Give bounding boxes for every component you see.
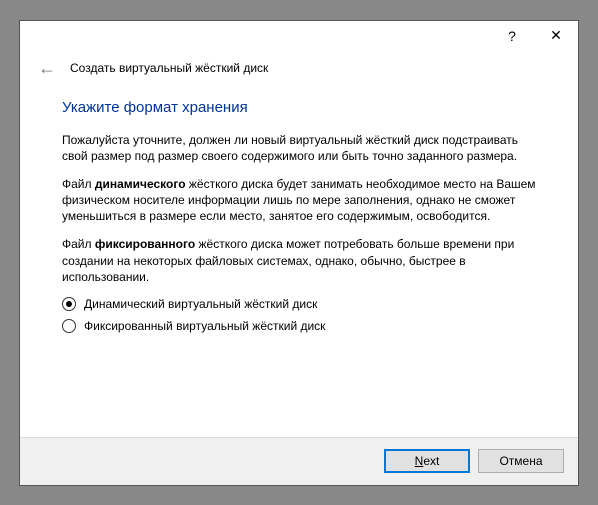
radio-dynamic[interactable]: Динамический виртуальный жёсткий диск <box>62 297 536 311</box>
header-row: ← Создать виртуальный жёсткий диск <box>20 57 578 85</box>
intro-text: Пожалуйста уточните, должен ли новый вир… <box>62 132 536 164</box>
storage-radio-group: Динамический виртуальный жёсткий диск Фи… <box>62 297 536 333</box>
footer: Next Отмена <box>20 437 578 485</box>
cancel-button[interactable]: Отмена <box>478 449 564 473</box>
radio-fixed[interactable]: Фиксированный виртуальный жёсткий диск <box>62 319 536 333</box>
fixed-bold: фиксированного <box>95 237 195 251</box>
close-icon[interactable]: ✕ <box>534 21 578 51</box>
radio-dynamic-indicator <box>62 297 76 311</box>
help-icon[interactable]: ? <box>490 21 534 51</box>
radio-fixed-indicator <box>62 319 76 333</box>
titlebar: ? ✕ <box>20 21 578 57</box>
fixed-desc: Файл фиксированного жёсткого диска может… <box>62 236 536 285</box>
back-arrow-icon[interactable]: ← <box>38 59 56 77</box>
dynamic-desc: Файл динамического жёсткого диска будет … <box>62 176 536 225</box>
dialog-title: Создать виртуальный жёсткий диск <box>70 61 268 75</box>
next-post: ext <box>423 454 439 468</box>
content-area: Укажите формат хранения Пожалуйста уточн… <box>20 85 578 437</box>
page-heading: Укажите формат хранения <box>62 99 536 116</box>
dynamic-prefix: Файл <box>62 177 95 191</box>
dynamic-bold: динамического <box>95 177 186 191</box>
radio-dynamic-label: Динамический виртуальный жёсткий диск <box>84 297 317 311</box>
fixed-prefix: Файл <box>62 237 95 251</box>
radio-fixed-label: Фиксированный виртуальный жёсткий диск <box>84 319 325 333</box>
next-button[interactable]: Next <box>384 449 470 473</box>
wizard-dialog: ? ✕ ← Создать виртуальный жёсткий диск У… <box>19 20 579 486</box>
